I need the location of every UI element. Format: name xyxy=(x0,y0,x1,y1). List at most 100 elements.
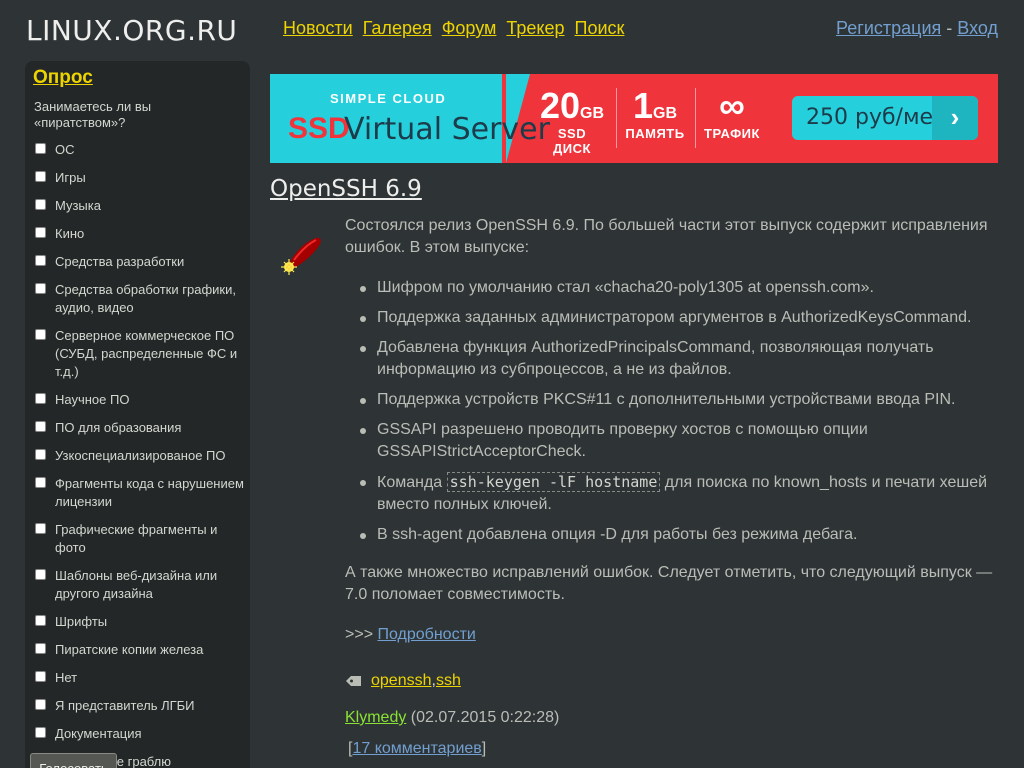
nav-search[interactable]: Поиск xyxy=(575,18,625,39)
nav-gallery[interactable]: Галерея xyxy=(363,18,432,39)
change-list: Шифром по умолчанию стал «chacha20-poly1… xyxy=(359,277,1005,546)
bracket-close: ] xyxy=(481,740,487,757)
poll-checkbox[interactable] xyxy=(35,523,46,534)
poll-option[interactable]: Научное ПО xyxy=(30,391,245,409)
poll-option[interactable]: Пиратские копии железа xyxy=(30,641,245,659)
poll-checkbox[interactable] xyxy=(35,393,46,404)
more-prefix: >>> xyxy=(345,626,378,643)
article-intro: Состоялся релиз OpenSSH 6.9. По большей … xyxy=(345,217,988,256)
register-link[interactable]: Регистрация xyxy=(836,18,941,38)
poll-option[interactable]: Я представитель ЛГБИ xyxy=(30,697,245,715)
poll-option[interactable]: Шаблоны веб-дизайна или другого дизайна xyxy=(30,567,245,603)
banner-stat-disk: 20GB SSD ДИСК xyxy=(540,85,605,157)
infinity-icon: ∞ xyxy=(719,85,745,126)
poll-option-label: Игры xyxy=(55,170,86,185)
banner-stat-traffic: ∞ ТРАФИК xyxy=(702,85,762,142)
poll-checkbox[interactable] xyxy=(35,329,46,340)
stat-disk-value: 20 xyxy=(540,85,581,126)
post-date: (02.07.2015 0:22:28) xyxy=(406,709,560,726)
poll-option[interactable]: Нет xyxy=(30,669,245,687)
poll-option[interactable]: ПО для образования xyxy=(30,419,245,437)
poll-option[interactable]: Кино xyxy=(30,225,245,243)
nav-news[interactable]: Новости xyxy=(283,18,353,39)
list-item: Поддержка устройств PKCS#11 с дополнител… xyxy=(359,389,1005,411)
poll-checkbox[interactable] xyxy=(35,671,46,682)
author-link[interactable]: Klymedy xyxy=(345,709,406,726)
poll-option-label: ПО для образования xyxy=(55,420,182,435)
poll-option-label: Графические фрагменты и фото xyxy=(55,522,218,555)
top-nav: Новости Галерея Форум Трекер Поиск xyxy=(283,18,624,39)
poll-checkbox[interactable] xyxy=(35,449,46,460)
poll-option[interactable]: Шрифты xyxy=(30,613,245,631)
poll-checkbox[interactable] xyxy=(35,477,46,488)
poll-panel: Опрос Занимаетесь ли вы «пиратством»? ОС… xyxy=(25,61,250,768)
banner-divider xyxy=(695,88,696,148)
poll-option[interactable]: Документация xyxy=(30,725,245,743)
more-line: >>> Подробности xyxy=(345,624,1005,646)
nav-forum[interactable]: Форум xyxy=(442,18,497,39)
poll-checkbox[interactable] xyxy=(35,569,46,580)
stat-memory-label: ПАМЯТЬ xyxy=(625,126,685,141)
poll-checkbox[interactable] xyxy=(35,699,46,710)
poll-option[interactable]: Графические фрагменты и фото xyxy=(30,521,245,557)
poll-title[interactable]: Опрос xyxy=(33,67,245,89)
tag-openssh[interactable]: openssh xyxy=(371,672,432,690)
poll-checkbox[interactable] xyxy=(35,615,46,626)
poll-checkbox[interactable] xyxy=(35,171,46,182)
poll-option[interactable]: Игры xyxy=(30,169,245,187)
login-link[interactable]: Вход xyxy=(957,18,998,38)
poll-option[interactable]: Средства обработки графики, аудио, видео xyxy=(30,281,245,317)
poll-option-label: Музыка xyxy=(55,198,101,213)
banner-price: 250 руб/мес xyxy=(806,105,946,130)
poll-checkbox[interactable] xyxy=(35,421,46,432)
stat-memory-value: 1 xyxy=(632,85,654,126)
list-item: GSSAPI разрешено проводить проверку хост… xyxy=(359,419,1005,463)
poll-option-label: Нет xyxy=(55,670,78,685)
poll-option[interactable]: Фрагменты кода с нарушением лицензии xyxy=(30,475,245,511)
site-logo[interactable]: LINUX.ORG.RU xyxy=(26,14,237,47)
poll-option-label: Шрифты xyxy=(55,614,108,629)
author-line: Klymedy (02.07.2015 0:22:28) xyxy=(345,709,559,727)
poll-option[interactable]: Узкоспециализированое ПО xyxy=(30,447,245,465)
poll-option-label: Узкоспециализированое ПО xyxy=(55,448,226,463)
comments-link[interactable]: 17 комментариев xyxy=(352,740,481,757)
banner-divider xyxy=(616,88,617,148)
poll-checkbox[interactable] xyxy=(35,199,46,210)
poll-option[interactable]: Серверное коммерческое ПО (СУБД, распред… xyxy=(30,327,245,381)
poll-checkbox[interactable] xyxy=(35,227,46,238)
ad-banner[interactable]: SIMPLE CLOUD SSD Virtual Server 20GB SSD… xyxy=(270,74,998,163)
poll-checkbox[interactable] xyxy=(35,643,46,654)
banner-stat-memory: 1GB ПАМЯТЬ xyxy=(625,85,685,142)
stat-disk-unit: GB xyxy=(580,105,605,122)
tag-ssh[interactable]: ssh xyxy=(436,672,461,690)
tag-icon xyxy=(346,676,361,686)
poll-option-label: Средства обработки графики, аудио, видео xyxy=(55,282,236,315)
poll-option-label: Я представитель ЛГБИ xyxy=(55,698,195,713)
banner-simple-cloud: SIMPLE CLOUD xyxy=(330,91,447,106)
nav-tracker[interactable]: Трекер xyxy=(506,18,564,39)
poll-checkbox[interactable] xyxy=(35,255,46,266)
poll-checkbox[interactable] xyxy=(35,283,46,294)
list-item: Команда ssh-keygen -lF hostname для поис… xyxy=(359,471,1005,516)
security-topic-icon xyxy=(281,237,321,275)
poll-option-label: Кино xyxy=(55,226,85,241)
poll-options: ОС Игры Музыка Кино Средства разработки Средс… xyxy=(30,141,245,768)
poll-option-label: Научное ПО xyxy=(55,392,130,407)
poll-option[interactable]: ОС xyxy=(30,141,245,159)
list-item: Добавлена функция AuthorizedPrincipalsCo… xyxy=(359,337,1005,381)
poll-option-label: Средства разработки xyxy=(55,254,185,269)
poll-checkbox[interactable] xyxy=(35,727,46,738)
poll-checkbox[interactable] xyxy=(35,143,46,154)
more-link[interactable]: Подробности xyxy=(377,626,475,643)
vote-button[interactable]: Голосовать xyxy=(30,753,117,768)
poll-option[interactable]: Музыка xyxy=(30,197,245,215)
list-item: Поддержка заданных администратором аргум… xyxy=(359,307,1005,329)
comments-line: [17 комментариев] xyxy=(348,740,486,758)
article-title[interactable]: OpenSSH 6.9 xyxy=(270,176,422,202)
poll-option[interactable]: Средства разработки xyxy=(30,253,245,271)
article-body: Состоялся релиз OpenSSH 6.9. По большей … xyxy=(345,215,1005,664)
chevron-right-icon: › xyxy=(932,96,978,140)
banner-price-button[interactable]: 250 руб/мес › xyxy=(792,96,978,140)
list-item-text: Команда xyxy=(377,474,447,491)
stat-disk-label: SSD ДИСК xyxy=(553,126,591,156)
